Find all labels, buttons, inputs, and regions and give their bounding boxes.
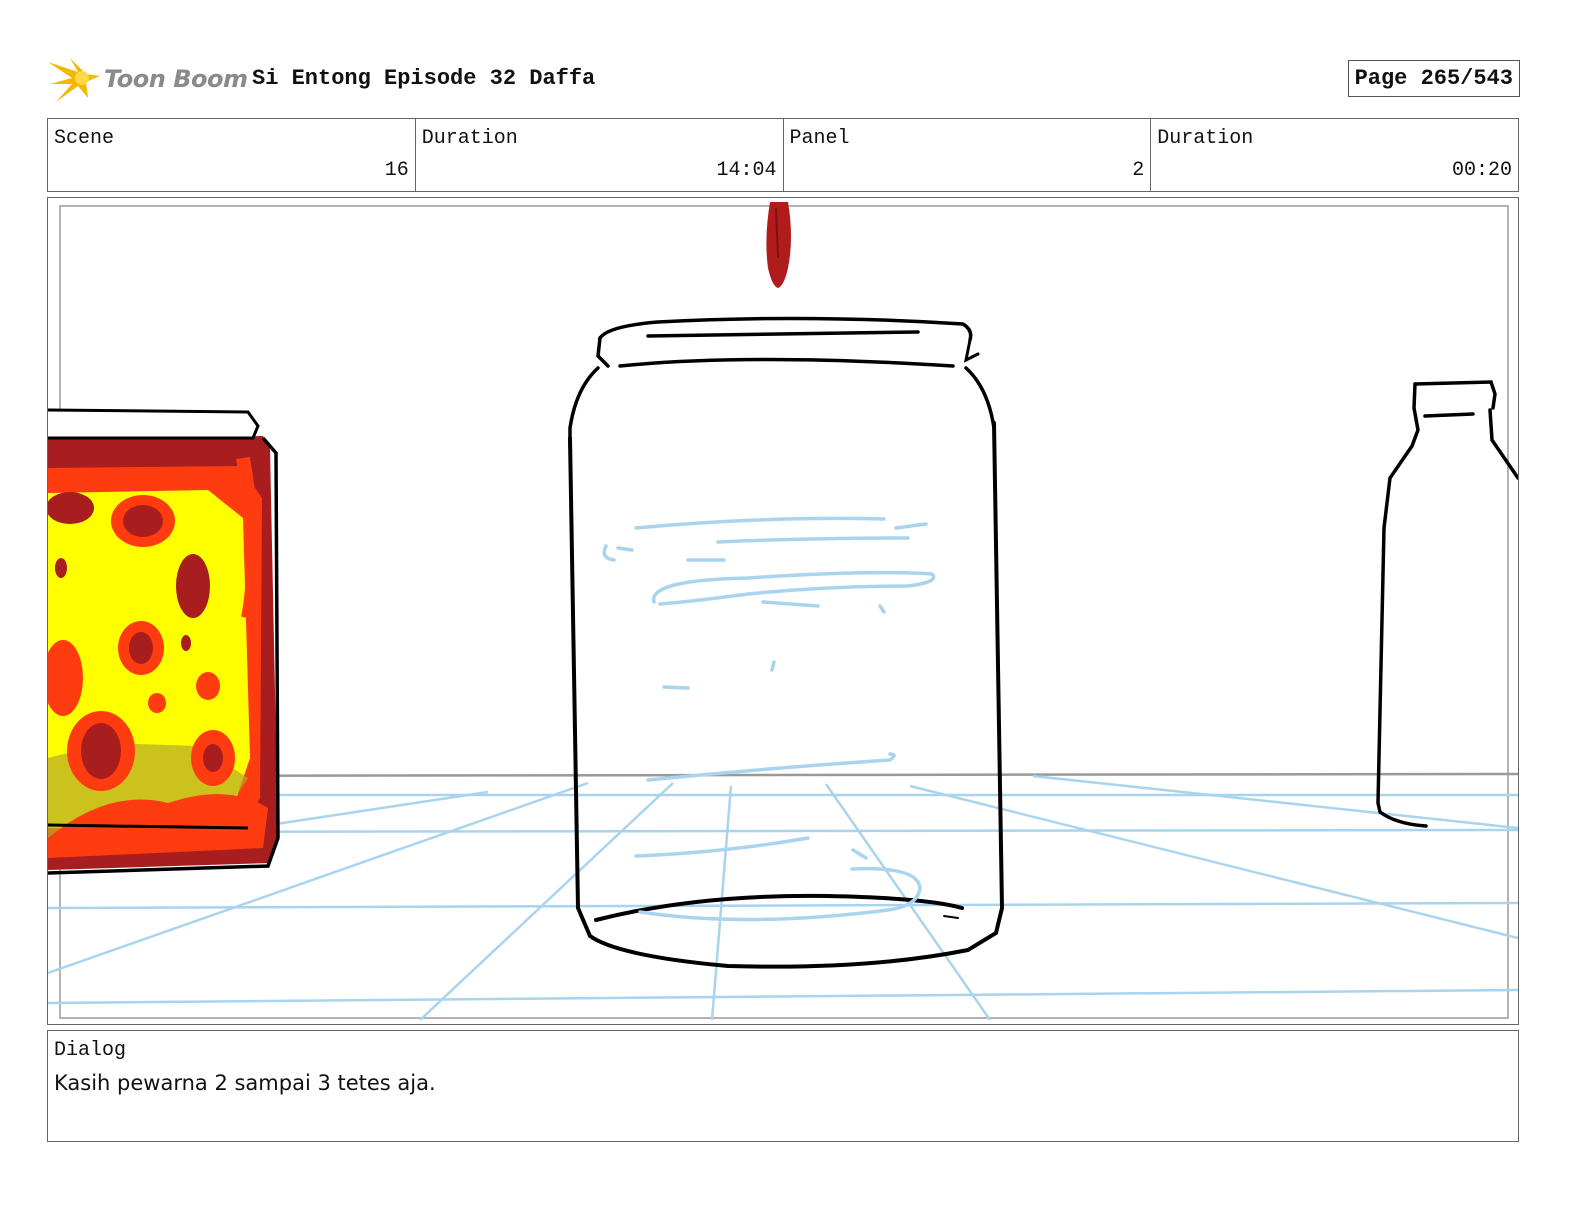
panel-value: 2 bbox=[1132, 159, 1145, 182]
empty-jar bbox=[568, 316, 1005, 969]
panel-cell: Panel 2 bbox=[784, 119, 1152, 191]
panel-duration-cell: Duration 00:20 bbox=[1151, 119, 1518, 191]
scene-value: 16 bbox=[384, 159, 409, 182]
toon-boom-logo: Toon Boom bbox=[48, 54, 248, 104]
scene-cell: Scene 16 bbox=[48, 119, 416, 191]
scene-duration-label: Duration bbox=[421, 127, 518, 150]
storyboard-panel bbox=[47, 197, 1519, 1025]
logo-text: Toon Boom bbox=[104, 65, 248, 93]
star-burst-icon bbox=[48, 58, 100, 102]
scene-duration-value: 14:04 bbox=[716, 159, 777, 182]
dialog-label: Dialog bbox=[54, 1039, 127, 1062]
storyboard-title: Si Entong Episode 32 Daffa bbox=[252, 66, 596, 91]
panel-info-bar: Scene 16 Duration 14:04 Panel 2 Duration… bbox=[47, 118, 1519, 192]
panel-label: Panel bbox=[789, 127, 850, 150]
header: Toon Boom Si Entong Episode 32 Daffa Pag… bbox=[48, 52, 1520, 108]
panel-duration-value: 00:20 bbox=[1451, 159, 1512, 182]
pickle-jar bbox=[48, 408, 280, 875]
water-strokes bbox=[602, 516, 936, 922]
dialog-box: Dialog Kasih pewarna 2 sampai 3 tetes aj… bbox=[47, 1030, 1519, 1142]
scene-duration-cell: Duration 14:04 bbox=[416, 119, 784, 191]
food-coloring-drop bbox=[766, 202, 791, 288]
dialog-text: Kasih pewarna 2 sampai 3 tetes aja. bbox=[54, 1071, 436, 1095]
panel-sketch bbox=[48, 202, 1518, 1021]
bottle bbox=[1376, 380, 1518, 828]
panel-duration-label: Duration bbox=[1157, 127, 1254, 150]
scene-label: Scene bbox=[54, 127, 115, 150]
page-indicator: Page 265/543 bbox=[1347, 60, 1520, 97]
